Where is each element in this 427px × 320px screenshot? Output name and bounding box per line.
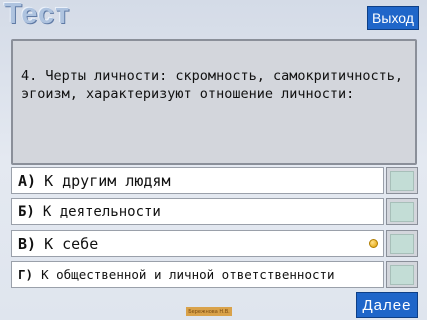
check-box — [390, 233, 414, 254]
exit-button[interactable]: Выход — [367, 6, 419, 30]
answer-text: К общественной и личной ответственности — [41, 267, 335, 282]
answer-letter: А) — [18, 171, 37, 190]
selection-marker-icon — [369, 239, 378, 248]
answer-option-a[interactable]: А) К другим людям — [11, 167, 384, 194]
answer-check-slot-a[interactable] — [386, 167, 418, 194]
check-box — [390, 264, 414, 285]
check-box — [390, 201, 414, 222]
answer-text: К деятельности — [42, 203, 161, 220]
answer-option-g[interactable]: Г) К общественной и личной ответственнос… — [11, 261, 384, 288]
answer-letter: В) — [18, 234, 37, 253]
answer-option-v[interactable]: В) К себе — [11, 230, 384, 257]
question-text: 4. Черты личности: скромность, самокрити… — [21, 68, 404, 102]
next-button[interactable]: Далее — [356, 292, 418, 318]
answer-letter: Г) — [18, 267, 34, 282]
answer-text: К себе — [44, 234, 99, 253]
check-box — [390, 170, 414, 191]
author-badge: Бережнова Н.В. — [186, 307, 232, 316]
answer-option-b[interactable]: Б) К деятельности — [11, 198, 384, 225]
answer-check-slot-g[interactable] — [386, 261, 418, 288]
question-panel: 4. Черты личности: скромность, самокрити… — [11, 39, 417, 165]
answer-check-slot-b[interactable] — [386, 198, 418, 225]
answer-letter: Б) — [18, 203, 35, 220]
answer-text: К другим людям — [44, 171, 171, 190]
answer-check-slot-v[interactable] — [386, 230, 418, 257]
page-title: Тест — [4, 0, 71, 30]
